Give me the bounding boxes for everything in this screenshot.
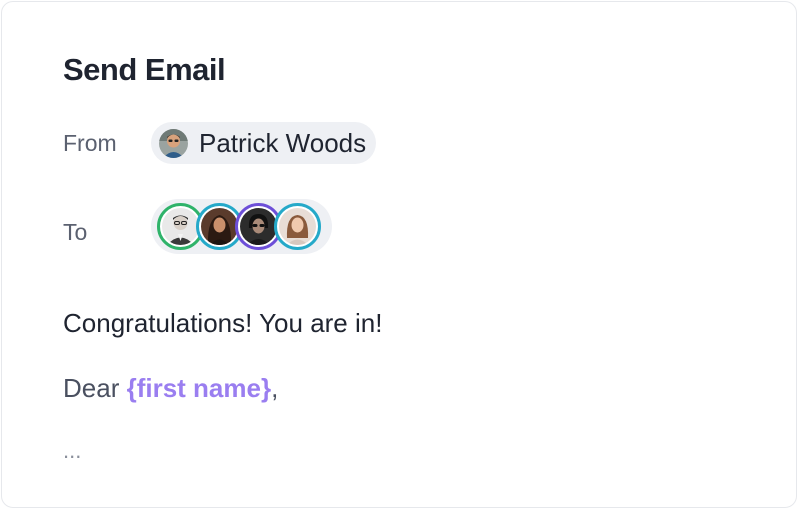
from-label: From bbox=[63, 130, 117, 156]
first-name-placeholder[interactable]: {first name} bbox=[127, 373, 272, 403]
sender-chip[interactable]: Patrick Woods bbox=[151, 122, 377, 164]
greeting-prefix: Dear bbox=[63, 373, 127, 403]
email-greeting: Dear {first name}, bbox=[63, 371, 278, 405]
email-body-ellipsis: ... bbox=[63, 438, 82, 463]
sender-name: Patrick Woods bbox=[199, 128, 367, 158]
recipient-avatar-icon bbox=[162, 208, 199, 245]
page-title: Send Email bbox=[63, 52, 226, 87]
sender-avatar-icon bbox=[159, 128, 188, 158]
recipient-avatar-icon bbox=[201, 208, 238, 245]
recipient-avatar-icon bbox=[240, 208, 277, 245]
recipient-avatar-4[interactable] bbox=[274, 203, 321, 250]
send-email-card: Send Email From Patrick Woods To Congrat… bbox=[1, 1, 797, 508]
email-subject: Congratulations! You are in! bbox=[63, 308, 383, 338]
to-label: To bbox=[63, 219, 88, 245]
recipient-avatar-icon bbox=[279, 208, 316, 245]
recipients-group[interactable] bbox=[151, 199, 332, 254]
greeting-suffix: , bbox=[271, 373, 279, 403]
